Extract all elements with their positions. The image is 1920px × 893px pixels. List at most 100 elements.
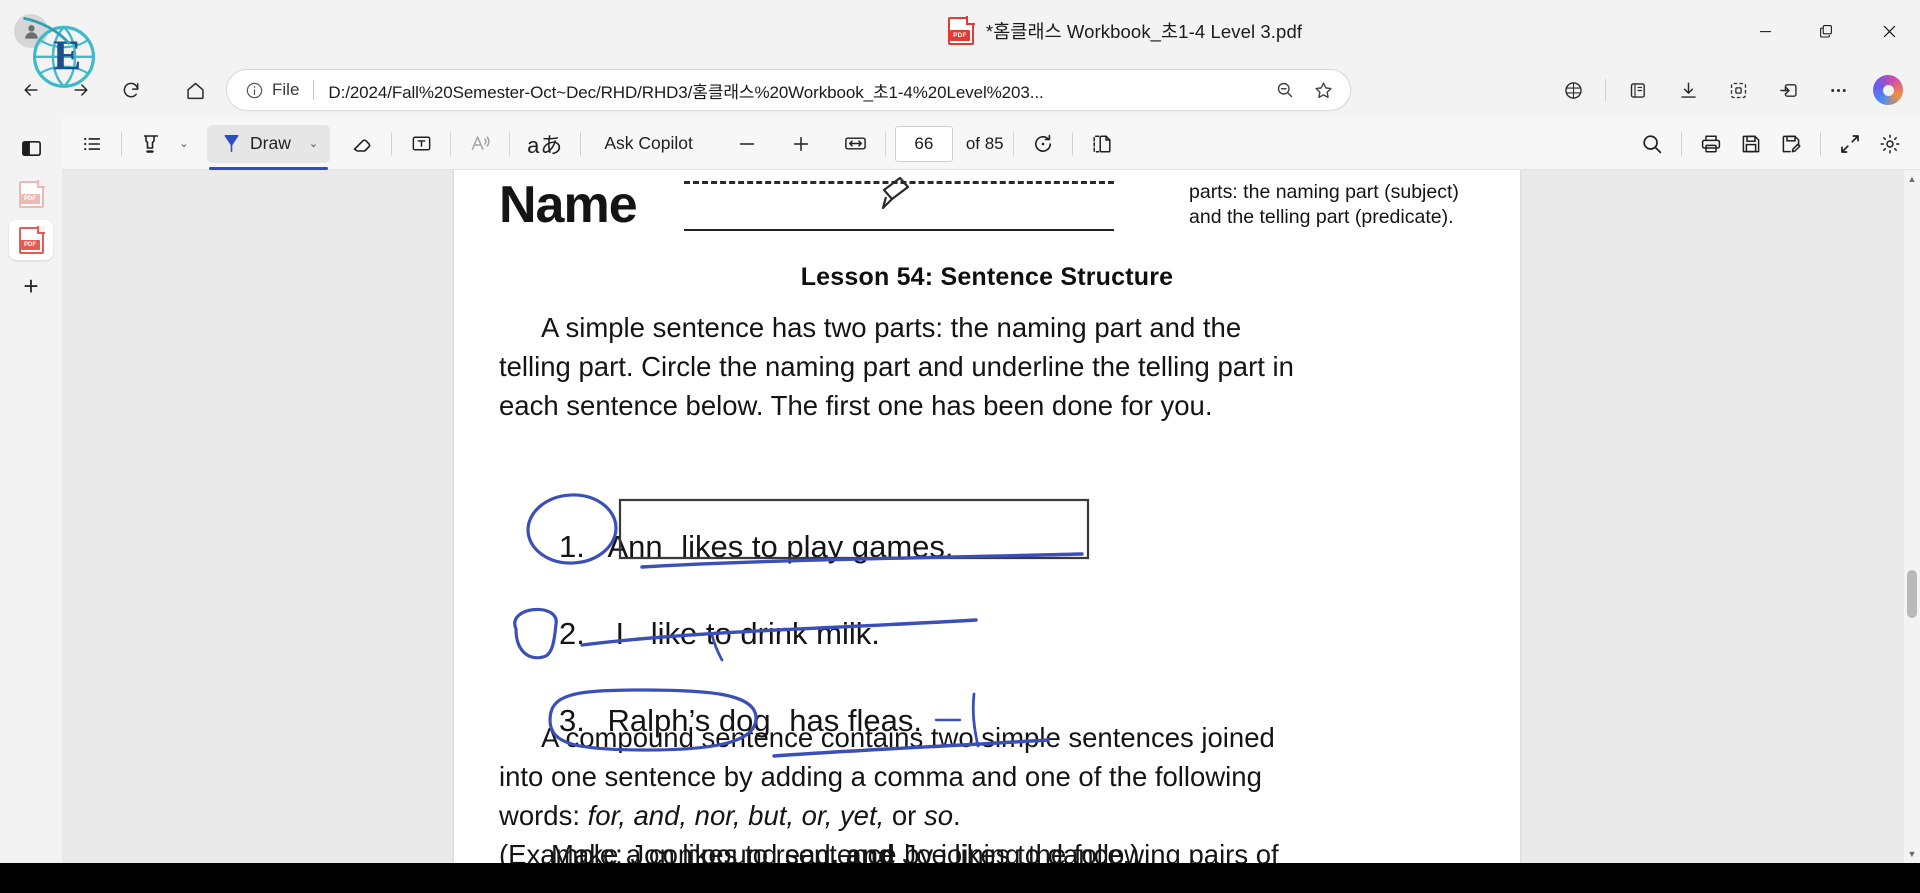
text-box-icon (412, 136, 430, 151)
read-aloud-button[interactable] (460, 125, 500, 163)
pdf-page[interactable]: Name parts: the naming part (subject) an… (454, 170, 1520, 863)
ink-circle-i (513, 607, 558, 660)
profile-avatar[interactable] (0, 0, 62, 62)
divider (884, 131, 886, 156)
name-solid-line (684, 229, 1114, 231)
restore-button[interactable] (1796, 0, 1858, 62)
settings-button[interactable] (1870, 125, 1910, 163)
name-field-row: Name (499, 176, 1119, 243)
eraser-icon (353, 138, 371, 152)
add-text-button[interactable] (401, 125, 441, 163)
print-button[interactable] (1691, 125, 1731, 163)
browser-essentials-icon (1564, 81, 1582, 99)
refresh-button[interactable] (106, 68, 156, 112)
paragraph-2-so: so (923, 800, 954, 831)
browser-essentials-button[interactable] (1549, 68, 1597, 112)
forward-arrow-icon (74, 84, 88, 96)
downloads-icon (1680, 82, 1696, 98)
item-naming-part: Ann (607, 529, 663, 564)
header-note-line-2: and the telling part (predicate). (1189, 206, 1454, 228)
fit-to-width-button[interactable] (835, 125, 876, 163)
extensions-button[interactable] (1714, 68, 1762, 112)
divider (1012, 131, 1014, 156)
search-button[interactable] (1632, 125, 1672, 163)
pdf-tag-label: PDF (949, 30, 970, 41)
table-of-contents-button[interactable] (72, 125, 112, 163)
vertical-scrollbar[interactable]: ▲ ▼ (1904, 170, 1920, 863)
zoom-out-button[interactable] (727, 125, 767, 163)
close-button[interactable] (1858, 0, 1920, 62)
browser-window: PDF *홈클래스 Workbook_초1-4 Level 3.pdf File… (0, 0, 1920, 893)
scrollbar-thumb[interactable] (1907, 570, 1917, 618)
site-info-button[interactable] (241, 81, 267, 100)
page-total-label: of 85 (965, 133, 1004, 153)
url-text[interactable]: D:/2024/Fall%20Semester-Oct~Dec/RHD/RHD3… (328, 78, 1266, 103)
divider (1605, 79, 1606, 101)
star-icon (1314, 81, 1332, 98)
pdf-file-icon: PDF (947, 16, 975, 45)
save-button[interactable] (1731, 125, 1771, 163)
fullscreen-button[interactable] (1830, 125, 1870, 163)
file-scheme-label: File (272, 80, 300, 99)
zoom-out-icon (1277, 82, 1293, 98)
paragraph-2-text-c: . (953, 800, 961, 831)
address-bar-row: File D:/2024/Fall%20Semester-Oct~Dec/RHD… (0, 62, 1920, 118)
read-aloud-icon (471, 136, 490, 151)
divider (1071, 131, 1073, 156)
pdf-viewer[interactable]: Name parts: the naming part (subject) an… (62, 170, 1920, 863)
scroll-up-arrow[interactable]: ▲ (1904, 170, 1920, 188)
rotate-icon (1034, 134, 1051, 152)
pdf-tab-inactive[interactable]: PDF (9, 174, 53, 214)
back-button[interactable] (6, 68, 56, 112)
list-item: 1. Ann likes to play games. (559, 503, 1459, 590)
highlight-options-button[interactable]: ⌄ (171, 125, 197, 163)
page-view-button[interactable] (1082, 125, 1122, 163)
translate-icon: aあ (527, 132, 564, 158)
home-button[interactable] (170, 68, 220, 112)
erase-button[interactable] (342, 125, 382, 163)
minimize-button[interactable] (1734, 0, 1796, 62)
copilot-icon (1873, 75, 1903, 105)
save-as-button[interactable] (1771, 125, 1811, 163)
draw-button[interactable]: Draw ⌄ (207, 124, 331, 170)
list-item: 2. I like to drink milk. (559, 590, 1459, 677)
zoom-out-indicator-button[interactable] (1266, 73, 1304, 107)
highlight-button[interactable] (131, 125, 171, 163)
name-label: Name (499, 176, 638, 234)
new-tab-button[interactable]: + (9, 266, 53, 306)
divider (1681, 131, 1682, 156)
forward-button[interactable] (56, 68, 106, 112)
copilot-button[interactable] (1864, 68, 1912, 112)
back-arrow-icon (24, 84, 38, 96)
rotate-button[interactable] (1023, 125, 1063, 163)
paragraph-2-conjunctions: for, and, nor, but, or, yet, (587, 800, 885, 831)
page-number-input[interactable]: 66 (894, 125, 953, 162)
item-telling-part: likes to play games. (681, 529, 954, 564)
collections-button[interactable] (1614, 68, 1662, 112)
zoom-in-button[interactable] (781, 125, 821, 163)
ask-copilot-button[interactable]: Ask Copilot (590, 125, 707, 163)
sidebar-toggle-button[interactable] (9, 128, 53, 168)
title-bar-center: PDF *홈클래스 Workbook_초1-4 Level 3.pdf (600, 16, 1650, 45)
item-telling-part: like to drink milk. (650, 616, 880, 651)
item-number: 2. (559, 616, 585, 651)
pdf-tab-active[interactable]: PDF (9, 220, 53, 260)
item-number: 1. (559, 529, 585, 564)
scroll-down-arrow[interactable]: ▼ (1904, 845, 1920, 863)
share-icon (1779, 83, 1797, 97)
more-options-button[interactable] (1814, 68, 1862, 112)
minus-icon (739, 142, 754, 145)
bottom-bar (0, 863, 1920, 893)
ask-copilot-label: Ask Copilot (604, 133, 693, 153)
translate-button[interactable]: aあ (519, 125, 571, 163)
share-button[interactable] (1764, 68, 1812, 112)
downloads-button[interactable] (1664, 68, 1712, 112)
page-layout-icon (1093, 134, 1111, 153)
lesson-title: Lesson 54: Sentence Structure (800, 263, 1174, 291)
restore-icon (1820, 25, 1832, 38)
collections-icon (1630, 82, 1645, 98)
draw-label: Draw (250, 133, 291, 153)
address-bar[interactable]: File D:/2024/Fall%20Semester-Oct~Dec/RHD… (226, 69, 1351, 111)
favorite-button[interactable] (1304, 73, 1342, 107)
refresh-icon (123, 82, 139, 98)
